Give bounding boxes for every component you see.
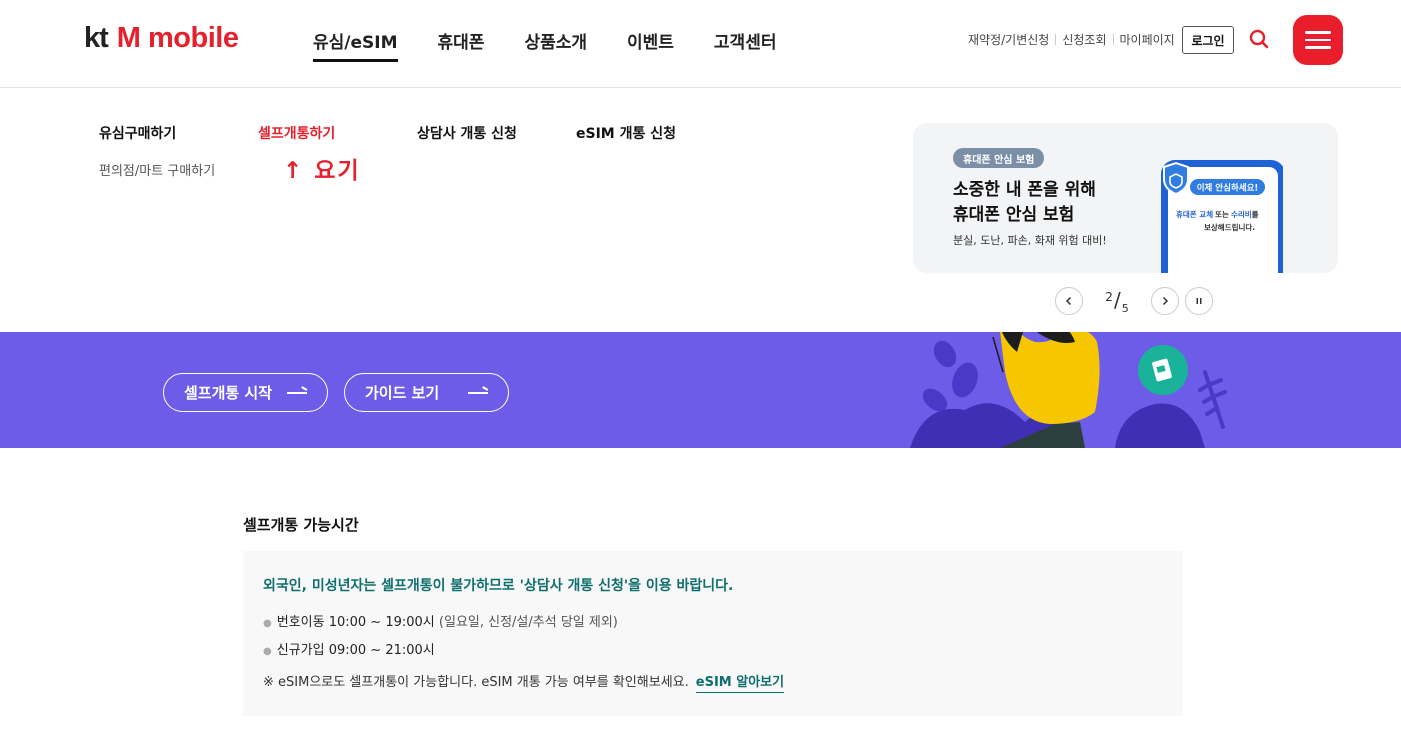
nav-phone[interactable]: 휴대폰 (438, 28, 485, 62)
pager-counter: 2/5 (1083, 288, 1151, 315)
hero-illustration (910, 332, 1227, 448)
menu-line (1305, 31, 1331, 34)
bullet-dot: ● (263, 646, 272, 657)
foreigner-minor-notice: 외국인, 미성년자는 셀프개통이 불가하므로 '상담사 개통 신청'을 이용 바… (263, 578, 734, 594)
banner-pager: 2/5 (1055, 287, 1213, 315)
pager-pause-button[interactable] (1185, 287, 1213, 315)
nav-events[interactable]: 이벤트 (627, 28, 674, 62)
hours-new-subscription-label: 신규가입 09:00 ~ 21:00시 (276, 643, 435, 658)
kt-m-mobile-logo[interactable]: kt M mobile (84, 22, 239, 54)
start-self-activation-label: 셀프개통 시작 (184, 384, 273, 402)
submenu-self-activation[interactable]: 셀프개통하기 (258, 123, 335, 143)
hours-new-subscription: ● 신규가입 09:00 ~ 21:00시 (263, 639, 435, 658)
utility-links: 재약정/기변신청 신청조회 마이페이지 (968, 31, 1175, 48)
menu-line (1305, 38, 1331, 42)
logo-kt: kt (84, 22, 109, 54)
util-link-mypage[interactable]: 마이페이지 (1120, 31, 1175, 48)
pager-total: 5 (1121, 301, 1129, 315)
hours-number-port: ● 번호이동 10:00 ~ 19:00시 (일요일, 신정/설/추석 당일 제외… (263, 611, 618, 630)
pager-next-button[interactable] (1151, 287, 1179, 315)
util-link-recontract[interactable]: 재약정/기변신청 (968, 31, 1049, 48)
pager-slash: / (1113, 287, 1121, 312)
divider (1112, 34, 1114, 45)
submenu-buy-at-store[interactable]: 편의점/마트 구매하기 (99, 160, 215, 179)
main-nav: 유심/eSIM 휴대폰 상품소개 이벤트 고객센터 (313, 28, 816, 62)
activation-hours-box: 외국인, 미성년자는 셀프개통이 불가하므로 '상담사 개통 신청'을 이용 바… (243, 551, 1183, 716)
search-icon[interactable] (1248, 28, 1270, 50)
submenu-esim-activation[interactable]: eSIM 개통 신청 (576, 123, 676, 143)
annotation-arrow-text: ↑ 요기 (283, 158, 361, 184)
esim-note: ※ eSIM으로도 셀프개통이 가능합니다. eSIM 개통 가능 여부를 확인… (263, 671, 785, 693)
login-button[interactable]: 로그인 (1182, 26, 1234, 54)
hours-number-port-note: (일요일, 신정/설/추석 당일 제외) (438, 615, 618, 630)
submenu-buy-usim[interactable]: 유심구매하기 (99, 123, 176, 143)
phone-screen-bubble: 이제 안심하세요! (1197, 183, 1259, 194)
arrow-right-icon (468, 392, 488, 394)
nav-customer-center[interactable]: 고객센터 (714, 28, 777, 62)
promo-banner-insurance[interactable]: 휴대폰 안심 보험 소중한 내 폰을 위해 휴대폰 안심 보험 분실, 도난, … (913, 123, 1338, 273)
phone-screen-line1: 휴대폰 교체 또는 수리비를 (1176, 209, 1259, 219)
phone-screen-line2: 보상해드립니다. (1204, 222, 1255, 232)
bullet-dot: ● (263, 618, 272, 629)
submenu-agent-activation[interactable]: 상담사 개통 신청 (417, 123, 517, 143)
menu-line (1305, 46, 1331, 49)
chevron-right-icon (1162, 296, 1169, 306)
logo-brand: M mobile (116, 22, 239, 54)
nav-usim-esim[interactable]: 유심/eSIM (313, 28, 398, 62)
promo-title: 소중한 내 폰을 위해 휴대폰 안심 보험 (953, 178, 1096, 228)
start-self-activation-button[interactable]: 셀프개통 시작 (163, 373, 328, 412)
esim-note-text: ※ eSIM으로도 셀프개통이 가능합니다. eSIM 개통 가능 여부를 확인… (263, 675, 689, 690)
phone-illustration: 이제 안심하세요! 휴대폰 교체 또는 수리비를 보상해드립니다. (1161, 160, 1283, 273)
view-guide-label: 가이드 보기 (365, 384, 440, 402)
esim-learn-more-link[interactable]: eSIM 알아보기 (695, 675, 785, 693)
site-header: kt M mobile 유심/eSIM 휴대폰 상품소개 이벤트 고객센터 재약… (0, 0, 1401, 88)
promo-title-line1: 소중한 내 폰을 위해 (953, 180, 1096, 200)
nav-products[interactable]: 상품소개 (524, 28, 587, 62)
mega-menu-panel: 유심구매하기 편의점/마트 구매하기 셀프개통하기 ↑ 요기 상담사 개통 신청… (0, 89, 1401, 332)
promo-title-line2: 휴대폰 안심 보험 (953, 205, 1075, 225)
hero-banner: 셀프개통 시작 가이드 보기 (0, 332, 1401, 448)
promo-badge: 휴대폰 안심 보험 (953, 148, 1045, 168)
hours-number-port-label: 번호이동 10:00 ~ 19:00시 (276, 615, 435, 630)
divider (1055, 34, 1057, 45)
pager-prev-button[interactable] (1055, 287, 1083, 315)
section-title-activation-hours: 셀프개통 가능시간 (243, 516, 359, 534)
promo-description: 분실, 도난, 파손, 화재 위험 대비! (953, 234, 1107, 247)
view-guide-button[interactable]: 가이드 보기 (344, 373, 509, 412)
hamburger-menu-icon[interactable] (1293, 15, 1343, 65)
pause-icon (1196, 298, 1202, 304)
pager-current: 2 (1105, 289, 1113, 304)
arrow-right-icon (287, 392, 307, 394)
util-link-application-status[interactable]: 신청조회 (1062, 31, 1106, 48)
chevron-left-icon (1065, 296, 1072, 306)
